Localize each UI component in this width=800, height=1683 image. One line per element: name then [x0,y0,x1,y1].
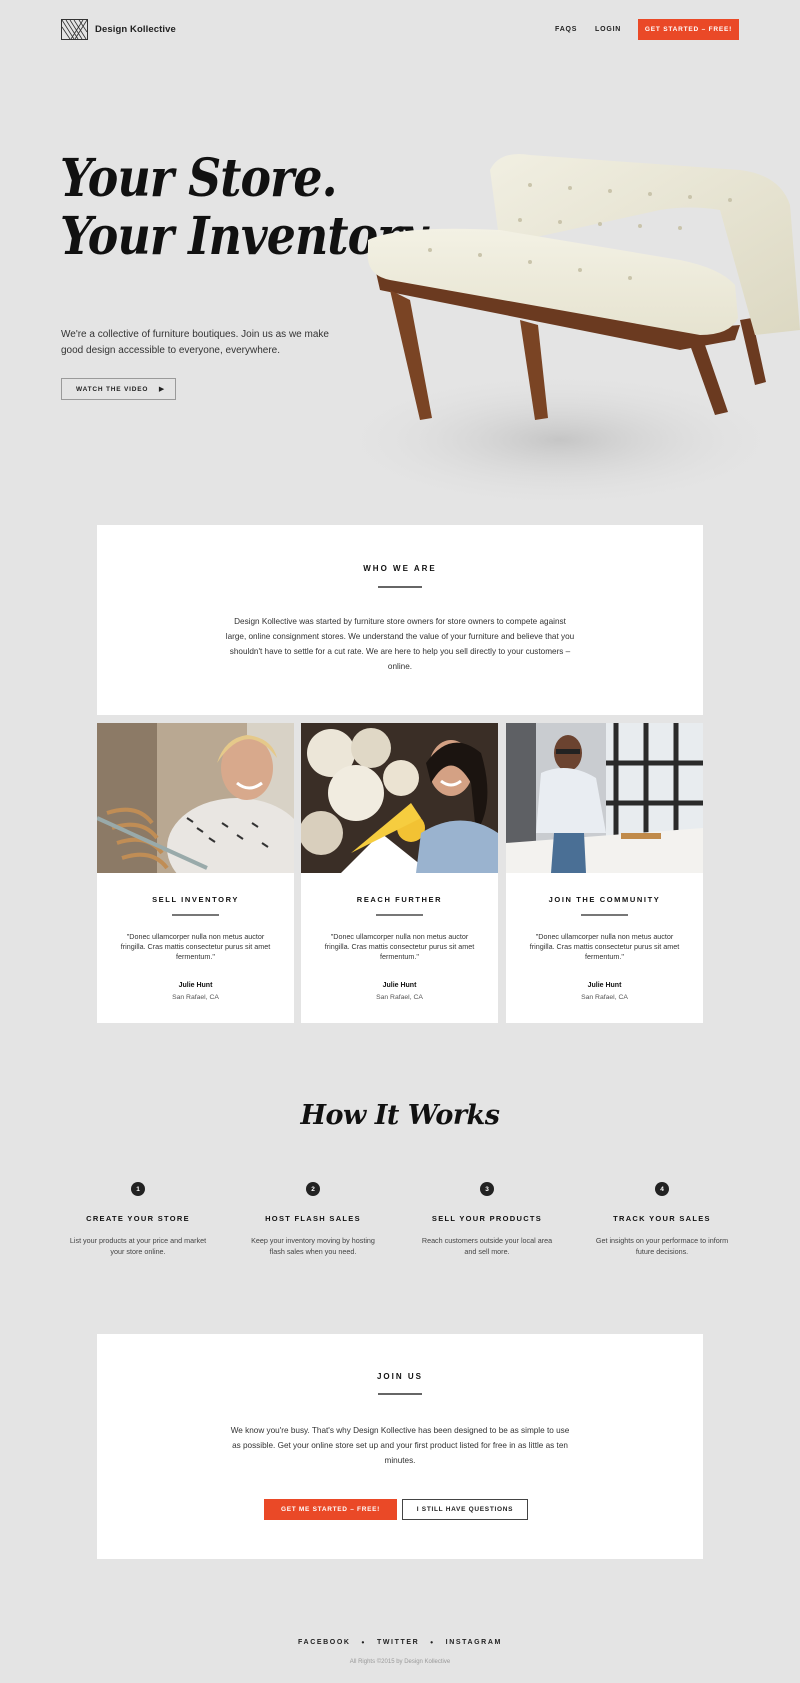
man-at-desk-photo [506,723,703,873]
step-title: SELL YOUR PRODUCTS [431,1214,543,1223]
social-links: FACEBOOK • TWITTER • INSTAGRAM [0,1638,800,1647]
testimonial-name: Julie Hunt [178,982,213,989]
brand-name: Design Kollective [95,24,176,35]
who-we-are-title: WHO WE ARE [363,564,437,573]
join-us-text: We know you're busy. That's why Design K… [230,1426,570,1465]
step-number: 2 [306,1182,320,1196]
sofa-image [360,154,800,510]
testimonial-location: San Rafael, CA [376,994,423,1001]
feature-title: REACH FURTHER [356,895,443,904]
feature-title: SELL INVENTORY [152,895,239,904]
step-number: 1 [131,1182,145,1196]
feature-card-reach: REACH FURTHER "Donec ullamcorper nulla n… [301,723,498,1023]
nav-faqs[interactable]: FAQS [555,26,577,33]
join-us-title: JOIN US [376,1372,423,1381]
watch-video-label: WATCH THE VIDEO [76,385,149,393]
who-we-are-divider [378,586,422,588]
how-it-works-title: How It Works [300,1100,500,1131]
feature-quote: "Donec ullamcorper nulla non metus aucto… [324,932,475,961]
play-icon: ▶ [158,386,165,393]
questions-button[interactable]: I STILL HAVE QUESTIONS [402,1499,528,1520]
feature-quote: "Donec ullamcorper nulla non metus aucto… [529,932,680,961]
testimonial-name: Julie Hunt [382,982,417,989]
nav-login[interactable]: LOGIN [595,26,621,33]
copyright: All Rights ©2015 by Design Kollective [349,1659,451,1665]
feature-card-community: JOIN THE COMMUNITY "Donec ullamcorper nu… [506,723,703,1023]
get-me-started-button[interactable]: GET ME STARTED – FREE! [264,1499,397,1520]
step-number: 4 [655,1182,669,1196]
twitter-link[interactable]: TWITTER [377,1639,419,1646]
hero-description: We're a collective of furniture boutique… [61,329,329,356]
instagram-link[interactable]: INSTAGRAM [446,1639,502,1646]
testimonial-name: Julie Hunt [587,982,622,989]
step-title: HOST FLASH SALES [265,1214,361,1223]
get-started-button[interactable]: GET STARTED – FREE! [638,19,739,40]
feature-card-sell: SELL INVENTORY "Donec ullamcorper nulla … [97,723,294,1023]
feature-divider [376,914,423,916]
feature-title: JOIN THE COMMUNITY [548,895,661,904]
brand-logo[interactable]: Design Kollective [61,19,176,40]
step-number: 3 [480,1182,494,1196]
testimonial-location: San Rafael, CA [172,994,219,1001]
step-description: Keep your inventory moving by hosting fl… [251,1236,375,1256]
step-title: TRACK YOUR SALES [613,1214,711,1223]
separator-dot: • [361,1638,366,1647]
feature-divider [581,914,628,916]
woman-with-fans-photo [301,723,498,873]
step-description: List your products at your price and mar… [69,1236,207,1256]
feature-quote: "Donec ullamcorper nulla non metus aucto… [120,932,271,961]
woman-with-hangers-photo [97,723,294,873]
separator-dot: • [430,1638,435,1647]
facebook-link[interactable]: FACEBOOK [298,1639,350,1646]
step-description: Reach customers outside your local area … [421,1236,553,1256]
feature-divider [172,914,219,916]
logo-icon [61,19,88,40]
testimonial-location: San Rafael, CA [581,994,628,1001]
join-us-divider [378,1393,422,1395]
watch-video-button[interactable]: WATCH THE VIDEO ▶ [61,378,176,400]
step-description: Get insights on your performace to infor… [595,1236,729,1256]
who-we-are-text: Design Kollective was started by furnitu… [225,617,575,671]
step-title: CREATE YOUR STORE [86,1214,190,1223]
